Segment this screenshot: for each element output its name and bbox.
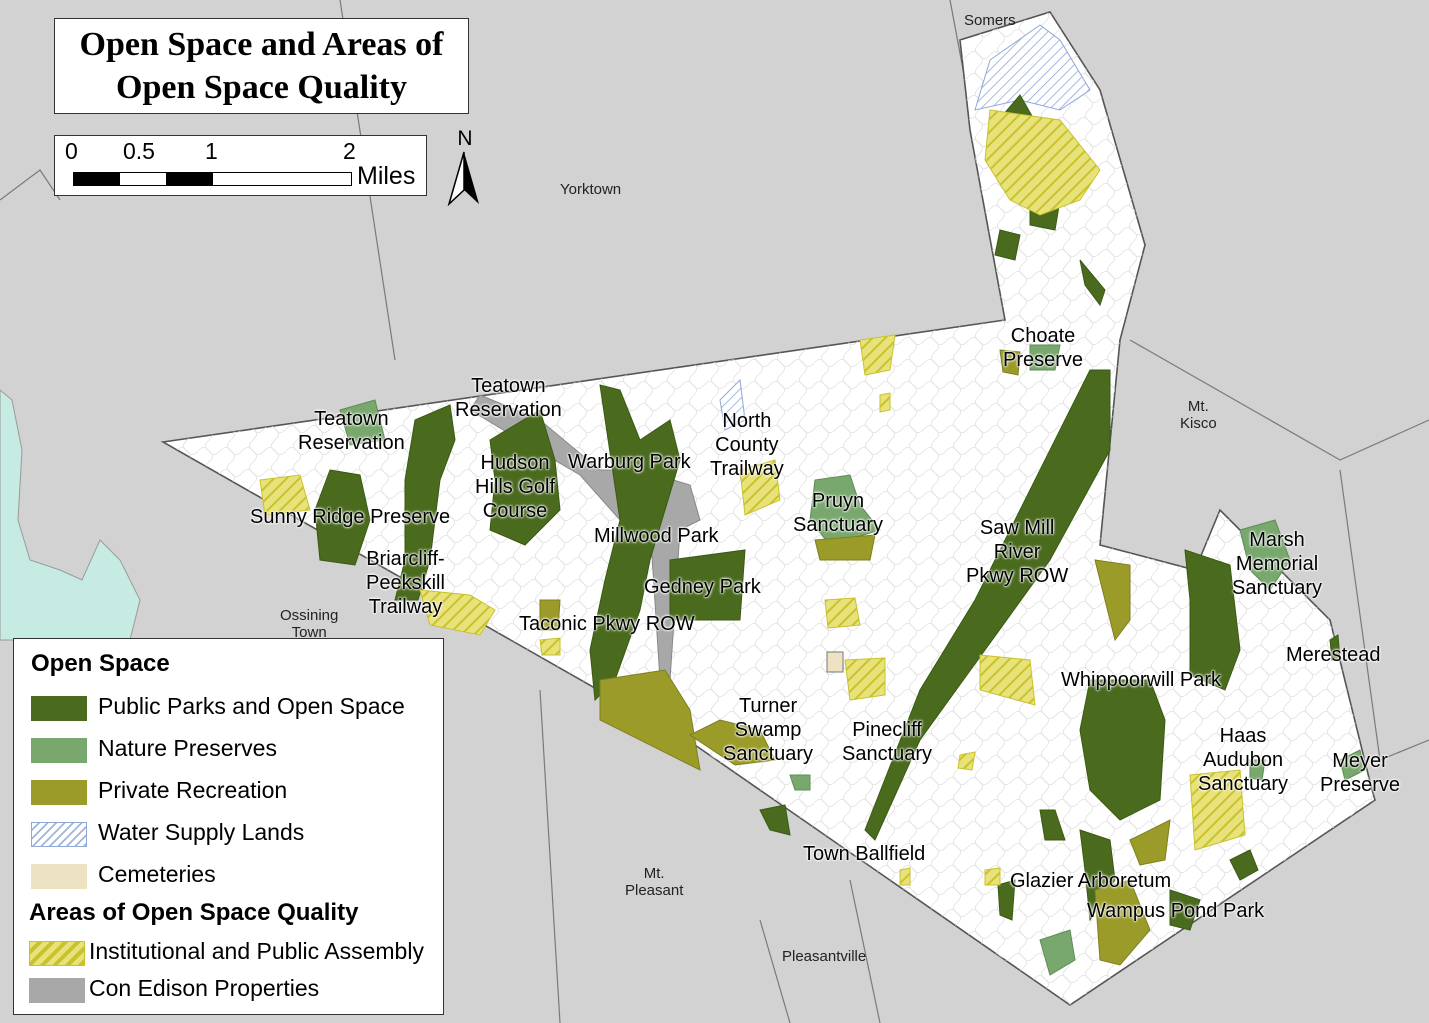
legend-section-open-space: Open Space bbox=[31, 650, 170, 677]
place-label: Pinecliff Sanctuary bbox=[842, 719, 933, 765]
recreation-area bbox=[814, 534, 876, 561]
place-label: Warburg Park bbox=[568, 451, 691, 473]
place-label: North County Trailway bbox=[710, 410, 784, 480]
institutional-area bbox=[957, 751, 976, 771]
town-label-mt-pleasant: Mt. Pleasant bbox=[625, 865, 684, 899]
place-label: Millwood Park bbox=[594, 525, 719, 547]
park-area bbox=[994, 229, 1021, 261]
scale-tick-0: 0 bbox=[65, 138, 78, 164]
scale-tick-1: 1 bbox=[205, 138, 218, 164]
place-label: Haas Audubon Sanctuary bbox=[1198, 725, 1289, 795]
scale-unit: Miles bbox=[357, 162, 416, 190]
scale-segment bbox=[166, 172, 213, 186]
place-label: Pruyn Sanctuary bbox=[793, 490, 884, 536]
town-label-ossining: Ossining Town bbox=[280, 607, 339, 641]
scale-tick-half: 0.5 bbox=[123, 138, 155, 164]
scale-segment bbox=[212, 172, 352, 186]
town-label-somers: Somers bbox=[964, 12, 1016, 29]
place-label: Sunny Ridge Preserve bbox=[250, 506, 451, 528]
legend-swatch-water-supply bbox=[31, 822, 87, 847]
legend-label: Cemeteries bbox=[98, 861, 216, 887]
place-label: Glazier Arboretum bbox=[1010, 870, 1172, 892]
institutional-area bbox=[984, 867, 1001, 886]
legend: Open Space Public Parks and Open Space N… bbox=[13, 638, 444, 1015]
place-label: Town Ballfield bbox=[803, 843, 926, 865]
place-label: Turner Swamp Sanctuary bbox=[723, 695, 814, 765]
place-label: Hudson Hills Golf Course bbox=[475, 452, 556, 522]
hudson-river bbox=[0, 389, 141, 641]
institutional-area bbox=[844, 657, 886, 701]
place-label: Gedney Park bbox=[644, 576, 761, 598]
title-line-2: Open Space Quality bbox=[116, 69, 407, 106]
legend-swatch-cemeteries bbox=[31, 864, 87, 889]
town-label-yorktown: Yorktown bbox=[560, 181, 622, 198]
north-arrow-shape bbox=[447, 151, 479, 207]
legend-swatch-nature-preserves bbox=[31, 738, 87, 763]
town-label-pleasantville: Pleasantville bbox=[782, 948, 867, 965]
legend-label: Private Recreation bbox=[98, 777, 288, 803]
title-line-1: Open Space and Areas of bbox=[79, 26, 444, 63]
place-label: Taconic Pkwy ROW bbox=[519, 613, 695, 635]
scale-segment bbox=[73, 172, 120, 186]
scale-tick-2: 2 bbox=[343, 138, 356, 164]
legend-label: Water Supply Lands bbox=[98, 819, 305, 845]
legend-swatch-institutional bbox=[29, 941, 85, 966]
place-label: Whippoorwill Park bbox=[1061, 669, 1222, 691]
institutional-area bbox=[539, 637, 561, 656]
town-label-mt-kisco: Mt. Kisco bbox=[1180, 398, 1217, 432]
place-label: Marsh Memorial Sanctuary bbox=[1232, 529, 1323, 599]
cemetery-area bbox=[826, 651, 844, 673]
legend-swatch-private-recreation bbox=[31, 780, 87, 805]
place-label: Teatown Reservation bbox=[455, 375, 562, 421]
map-title: Open Space and Areas of Open Space Quali… bbox=[54, 18, 469, 114]
legend-label: Nature Preserves bbox=[98, 735, 277, 761]
legend-label: Con Edison Properties bbox=[89, 975, 320, 1001]
place-label: Meyer Preserve bbox=[1320, 750, 1401, 796]
institutional-area bbox=[824, 597, 861, 629]
place-label: Merestead bbox=[1286, 644, 1381, 666]
north-label: N bbox=[457, 127, 473, 150]
place-label: Briarcliff- Peekskill Trailway bbox=[366, 548, 445, 618]
place-label: Saw Mill River Pkwy ROW bbox=[966, 517, 1069, 587]
institutional-area bbox=[899, 867, 911, 886]
legend-swatch-public-parks bbox=[31, 696, 87, 721]
legend-section-quality: Areas of Open Space Quality bbox=[29, 899, 359, 926]
institutional-area bbox=[859, 334, 896, 376]
legend-label: Institutional and Public Assembly bbox=[89, 938, 424, 964]
legend-label: Public Parks and Open Space bbox=[98, 693, 405, 719]
institutional-area bbox=[879, 392, 891, 413]
place-label: Choate Preserve bbox=[1003, 325, 1084, 371]
place-label: Wampus Pond Park bbox=[1087, 900, 1265, 922]
park-area bbox=[759, 804, 791, 836]
scale-bar: 0 0.5 1 2 Miles bbox=[54, 135, 427, 196]
place-label: Teatown Reservation bbox=[298, 408, 405, 454]
legend-swatch-con-edison bbox=[29, 978, 85, 1003]
scale-segment bbox=[119, 172, 167, 186]
north-arrow-icon: N bbox=[445, 128, 485, 208]
